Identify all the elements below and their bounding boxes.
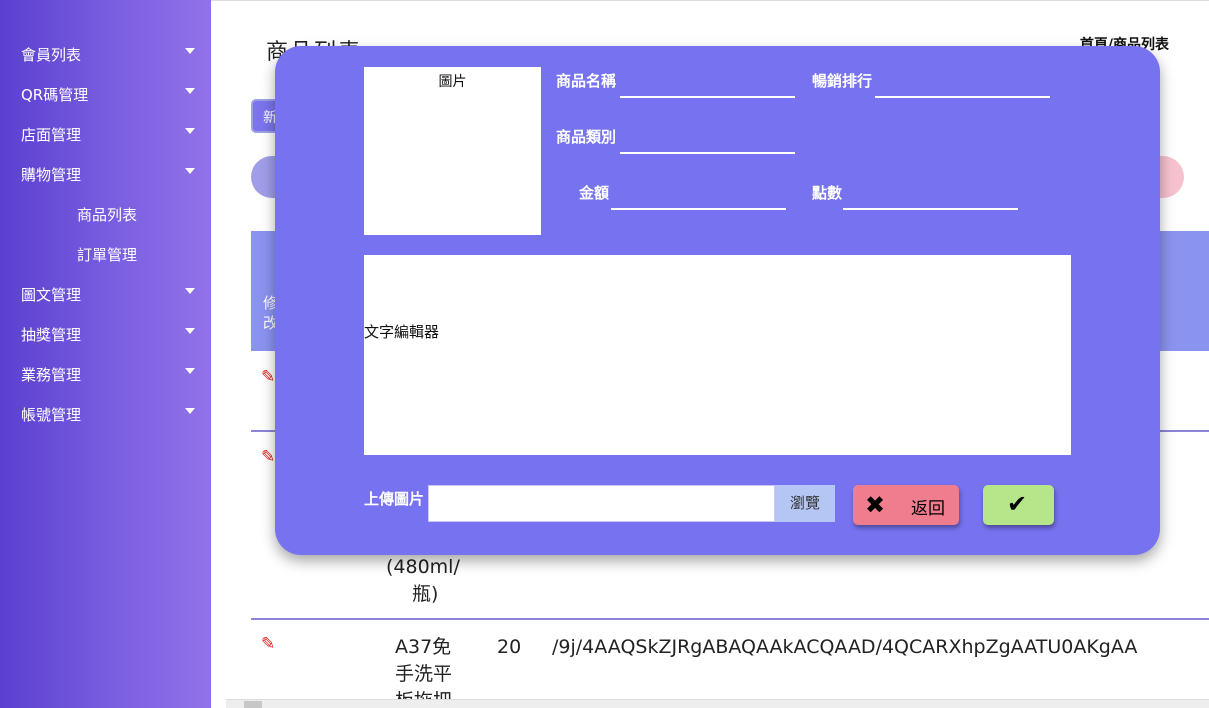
sidebar-item-label: 會員列表 xyxy=(21,46,82,64)
image-preview: 圖片 xyxy=(364,67,541,235)
quantity-cell: 20 xyxy=(497,636,522,658)
scrollbar-thumb[interactable] xyxy=(244,701,262,708)
sidebar-item-label: 圖文管理 xyxy=(21,286,82,304)
product-name-cell: 瓶) xyxy=(412,583,439,605)
checkmark-icon: ✔ xyxy=(1007,490,1028,518)
horizontal-scrollbar[interactable] xyxy=(226,699,1209,708)
sidebar-item-business[interactable]: 業務管理 xyxy=(0,359,211,389)
best-seller-rank-label: 暢銷排行 xyxy=(812,72,873,90)
product-name-cell: (480ml/ xyxy=(386,556,460,578)
edit-pencil-icon[interactable]: ✎ xyxy=(261,447,275,467)
sidebar-item-label: QR碼管理 xyxy=(21,86,89,104)
sidebar-item-label: 商品列表 xyxy=(77,206,138,224)
sidebar-item-label: 抽獎管理 xyxy=(21,326,82,344)
caret-down-icon xyxy=(185,88,195,94)
sidebar-item-accounts[interactable]: 帳號管理 xyxy=(0,399,211,429)
sidebar-item-members[interactable]: 會員列表 xyxy=(0,39,211,69)
product-edit-modal: 圖片 商品名稱 暢銷排行 商品類別 金額 點數 文字編輯器 上傳圖片 瀏覽 ✖ … xyxy=(275,46,1160,555)
caret-down-icon xyxy=(185,368,195,374)
sidebar-item-label: 業務管理 xyxy=(21,366,82,384)
sidebar-item-lottery[interactable]: 抽獎管理 xyxy=(0,319,211,349)
product-name-label: 商品名稱 xyxy=(556,72,617,90)
back-button-label: 返回 xyxy=(911,499,945,519)
image-data-cell: /9j/4AAQSkZJRgABAQAAkACQAAD/4QCARXhpZgAA… xyxy=(552,636,1138,658)
product-category-label: 商品類別 xyxy=(556,128,617,146)
confirm-button[interactable]: ✔ xyxy=(983,485,1054,525)
caret-down-icon xyxy=(185,48,195,54)
points-input[interactable] xyxy=(843,208,1018,210)
sidebar-item-label: 購物管理 xyxy=(21,166,82,184)
sidebar-item-label: 帳號管理 xyxy=(21,406,82,424)
sidebar-item-shopping[interactable]: 購物管理 xyxy=(0,159,211,189)
edit-pencil-icon[interactable]: ✎ xyxy=(261,634,275,654)
caret-down-icon xyxy=(185,168,195,174)
product-name-input[interactable] xyxy=(620,96,795,98)
sidebar-item-label: 訂單管理 xyxy=(77,246,138,264)
upload-file-input[interactable] xyxy=(428,485,775,522)
best-seller-rank-input[interactable] xyxy=(875,96,1050,98)
sidebar-item-label: 店面管理 xyxy=(21,126,82,144)
sidebar: 會員列表 QR碼管理 店面管理 購物管理 商品列表 訂單管理 圖文管理 抽獎管理… xyxy=(0,0,211,708)
browse-button[interactable]: 瀏覽 xyxy=(775,485,835,522)
sidebar-item-stores[interactable]: 店面管理 xyxy=(0,119,211,149)
sidebar-subitem-products[interactable]: 商品列表 xyxy=(0,199,211,229)
product-name-cell: A37免手洗平板拖把 xyxy=(395,636,453,700)
caret-down-icon xyxy=(185,328,195,334)
image-placeholder-label: 圖片 xyxy=(438,74,467,90)
row-divider xyxy=(251,618,1209,620)
sidebar-item-posts[interactable]: 圖文管理 xyxy=(0,279,211,309)
upload-image-label: 上傳圖片 xyxy=(364,490,425,508)
editor-placeholder: 文字編輯器 xyxy=(364,323,440,341)
caret-down-icon xyxy=(185,128,195,134)
rich-text-editor[interactable]: 文字編輯器 xyxy=(364,255,1071,455)
sidebar-subitem-orders[interactable]: 訂單管理 xyxy=(0,239,211,269)
edit-pencil-icon[interactable]: ✎ xyxy=(261,367,275,387)
amount-label: 金額 xyxy=(579,184,610,202)
back-button[interactable]: ✖ 返回 xyxy=(853,485,959,525)
caret-down-icon xyxy=(185,288,195,294)
caret-down-icon xyxy=(185,408,195,414)
sidebar-item-qr[interactable]: QR碼管理 xyxy=(0,79,211,109)
amount-input[interactable] xyxy=(611,208,786,210)
close-icon: ✖ xyxy=(865,491,886,519)
product-category-input[interactable] xyxy=(620,152,795,154)
points-label: 點數 xyxy=(812,184,843,202)
